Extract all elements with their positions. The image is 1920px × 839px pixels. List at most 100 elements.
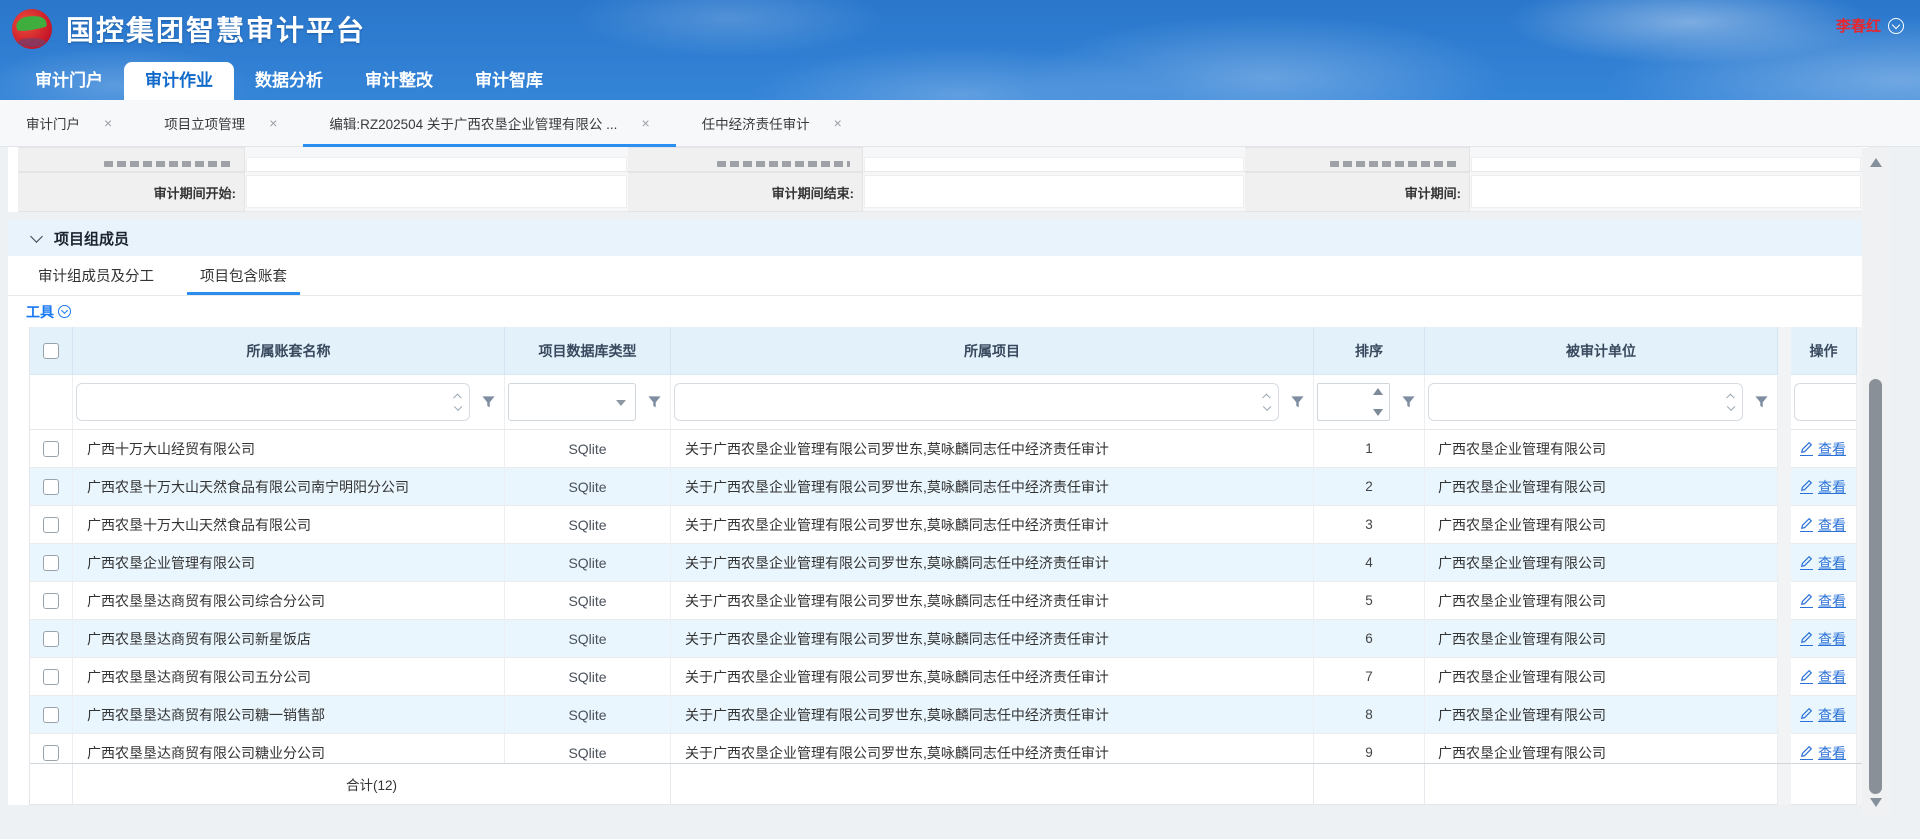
filter-funnel-icon[interactable] — [481, 395, 496, 410]
view-link[interactable]: 查看 — [1818, 667, 1846, 687]
view-link[interactable]: 查看 — [1818, 515, 1846, 535]
tab-team-members[interactable]: 审计组成员及分工 — [28, 256, 164, 295]
tools-chevron-down-icon[interactable] — [58, 305, 71, 318]
view-link[interactable]: 查看 — [1818, 477, 1846, 497]
row-checkbox[interactable] — [43, 555, 59, 571]
filter-project-input[interactable] — [674, 383, 1279, 421]
col-order: 排序 — [1314, 327, 1425, 375]
section-header-project-members[interactable]: 项目组成员 — [8, 220, 1868, 256]
spinner-icon[interactable] — [1264, 395, 1270, 409]
doc-tab-edit-rz202504[interactable]: 编辑:RZ202504 关于广西农垦企业管理有限公 ... × — [303, 100, 675, 146]
table-row: 广西农垦垦达商贸有限公司糖业分公司 SQlite 关于广西农垦企业管理有限公司罗… — [30, 734, 1868, 763]
cell-account-set-name: 广西农垦十万大山天然食品有限公司 — [73, 506, 505, 544]
view-link[interactable]: 查看 — [1818, 591, 1846, 611]
form-input-clipped[interactable] — [1471, 157, 1861, 171]
scroll-up-arrow-icon[interactable] — [1870, 158, 1882, 167]
cell-audited-unit: 广西农垦企业管理有限公司 — [1425, 734, 1778, 763]
account-sets-table: 所属账套名称 项目数据库类型 所属项目 排序 被审计单位 操作 — [29, 327, 1868, 805]
row-checkbox[interactable] — [43, 517, 59, 533]
filter-audited-unit-input[interactable] — [1428, 383, 1743, 421]
doc-tab-project-approval[interactable]: 项目立项管理 × — [138, 100, 303, 146]
screen: 国控集团智慧审计平台 李春红 审计门户 审计作业 数据分析 审计整改 审计智库 … — [0, 0, 1920, 839]
doc-tab-incumbency-audit[interactable]: 任中经济责任审计 × — [676, 100, 868, 146]
close-icon[interactable]: × — [269, 116, 277, 130]
cell-project: 关于广西农垦企业管理有限公司罗世东,莫咏麟同志任中经济责任审计 — [671, 696, 1314, 734]
cell-order: 8 — [1314, 696, 1425, 734]
cell-db-type: SQlite — [505, 430, 671, 468]
view-link[interactable]: 查看 — [1818, 439, 1846, 459]
nav-item-audit-work[interactable]: 审计作业 — [124, 62, 234, 100]
table-row: 广西农垦十万大山天然食品有限公司 SQlite 关于广西农垦企业管理有限公司罗世… — [30, 506, 1868, 544]
table-row: 广西农垦十万大山天然食品有限公司南宁明阳分公司 SQlite 关于广西农垦企业管… — [30, 468, 1868, 506]
input-audit-period-start[interactable] — [246, 175, 627, 208]
cell-db-type: SQlite — [505, 696, 671, 734]
pencil-icon — [1800, 631, 1813, 646]
cell-action: 查看 — [1791, 544, 1857, 582]
nav-item-audit-knowledge[interactable]: 审计智库 — [454, 62, 564, 100]
view-link[interactable]: 查看 — [1818, 629, 1846, 649]
cell-project: 关于广西农垦企业管理有限公司罗世东,莫咏麟同志任中经济责任审计 — [671, 734, 1314, 763]
row-checkbox[interactable] — [43, 593, 59, 609]
close-icon[interactable]: × — [104, 116, 112, 130]
cell-audited-unit: 广西农垦企业管理有限公司 — [1425, 582, 1778, 620]
row-checkbox[interactable] — [43, 441, 59, 457]
vertical-scrollbar[interactable] — [1862, 148, 1890, 818]
cell-project: 关于广西农垦企业管理有限公司罗世东,莫咏麟同志任中经济责任审计 — [671, 582, 1314, 620]
row-checkbox[interactable] — [43, 745, 59, 761]
col-project: 所属项目 — [671, 327, 1314, 375]
filter-order-number-input[interactable] — [1317, 383, 1390, 421]
pencil-icon — [1800, 707, 1813, 722]
view-link[interactable]: 查看 — [1818, 705, 1846, 725]
row-checkbox[interactable] — [43, 707, 59, 723]
spinner-icon[interactable] — [455, 395, 461, 409]
number-stepper-icon[interactable] — [1373, 388, 1383, 416]
form-input-clipped[interactable] — [864, 157, 1244, 171]
form-input-clipped[interactable] — [246, 157, 627, 171]
view-link[interactable]: 查看 — [1818, 553, 1846, 573]
input-audit-period-end[interactable] — [864, 175, 1244, 208]
row-checkbox[interactable] — [43, 631, 59, 647]
nav-item-audit-portal[interactable]: 审计门户 — [14, 62, 124, 100]
label-audit-period-start: 审计期间开始: — [18, 172, 245, 212]
cell-audited-unit: 广西农垦企业管理有限公司 — [1425, 468, 1778, 506]
select-all-checkbox[interactable] — [43, 343, 59, 359]
scrollbar-thumb[interactable] — [1869, 379, 1882, 794]
cell-order: 9 — [1314, 734, 1425, 763]
cell-project: 关于广西农垦企业管理有限公司罗世东,莫咏麟同志任中经济责任审计 — [671, 430, 1314, 468]
filter-funnel-icon[interactable] — [1401, 395, 1416, 410]
cell-db-type: SQlite — [505, 658, 671, 696]
filter-funnel-icon[interactable] — [647, 395, 662, 410]
filter-db-type-select[interactable] — [508, 383, 636, 421]
nav-item-data-analysis[interactable]: 数据分析 — [234, 62, 344, 100]
filter-account-set-name-input[interactable] — [76, 383, 470, 421]
close-icon[interactable]: × — [641, 116, 649, 130]
cell-account-set-name: 广西农垦垦达商贸有限公司综合分公司 — [73, 582, 505, 620]
filter-action-input[interactable] — [1794, 383, 1857, 421]
input-audit-period[interactable] — [1471, 175, 1861, 208]
scroll-down-arrow-icon[interactable] — [1870, 798, 1882, 807]
chevron-down-icon — [30, 230, 43, 243]
row-checkbox[interactable] — [43, 479, 59, 495]
spinner-icon[interactable] — [1728, 395, 1734, 409]
cell-action: 查看 — [1791, 582, 1857, 620]
nav-item-audit-rectify[interactable]: 审计整改 — [344, 62, 454, 100]
label-audit-period-end: 审计期间结束: — [628, 172, 863, 212]
table-header-row: 所属账套名称 项目数据库类型 所属项目 排序 被审计单位 操作 — [30, 327, 1868, 375]
pencil-icon — [1800, 669, 1813, 684]
app-logo-icon — [12, 9, 52, 49]
row-checkbox[interactable] — [43, 669, 59, 685]
filter-funnel-icon[interactable] — [1754, 395, 1769, 410]
tab-included-account-sets[interactable]: 项目包含账套 — [190, 256, 297, 295]
close-icon[interactable]: × — [834, 116, 842, 130]
table-row: 广西农垦垦达商贸有限公司糖一销售部 SQlite 关于广西农垦企业管理有限公司罗… — [30, 696, 1868, 734]
label-audit-period: 审计期间: — [1245, 172, 1470, 212]
table-row: 广西十万大山经贸有限公司 SQlite 关于广西农垦企业管理有限公司罗世东,莫咏… — [30, 430, 1868, 468]
footer-total: 合计(12) — [73, 764, 671, 805]
user-menu[interactable]: 李春红 — [1836, 15, 1904, 36]
tools-button[interactable]: 工具 — [26, 302, 54, 322]
cell-account-set-name: 广西十万大山经贸有限公司 — [73, 430, 505, 468]
pencil-icon — [1800, 517, 1813, 532]
view-link[interactable]: 查看 — [1818, 743, 1846, 763]
filter-funnel-icon[interactable] — [1290, 395, 1305, 410]
doc-tab-audit-portal[interactable]: 审计门户 × — [0, 100, 138, 146]
